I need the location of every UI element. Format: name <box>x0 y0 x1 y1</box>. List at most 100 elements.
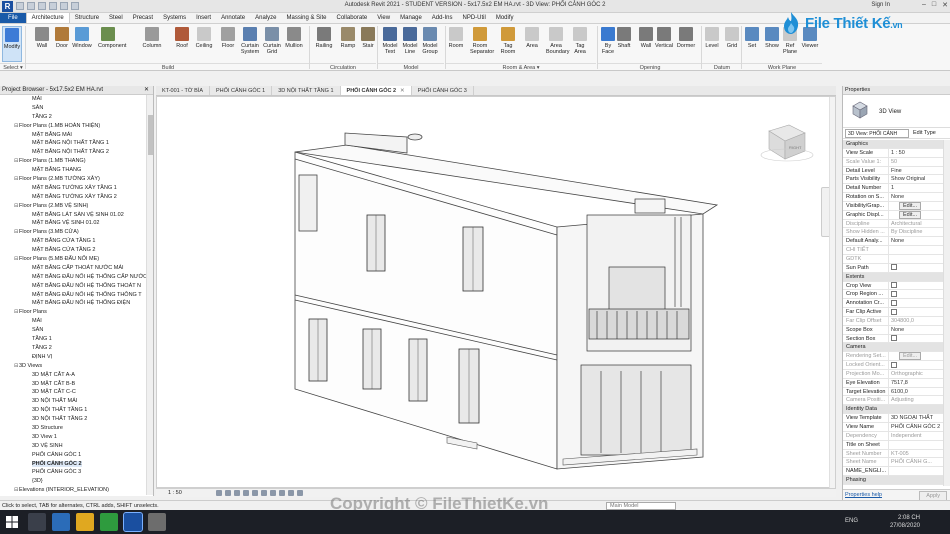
maximize-icon[interactable]: □ <box>932 1 936 9</box>
property-value[interactable]: 304800,0 <box>889 317 943 325</box>
property-value[interactable]: Adjusting <box>889 396 943 404</box>
tree-group[interactable]: ⊟Floor Plans (5.MB ĐẤU NỐI ME) <box>0 255 146 264</box>
tree-group[interactable]: ⊟3D Views <box>0 362 146 371</box>
canvas-scrollbar[interactable] <box>829 97 835 489</box>
property-checkbox[interactable] <box>891 264 897 271</box>
view-tab-phoi-canh-goc-2[interactable]: PHỐI CẢNH GÓC 2 ✕ <box>340 86 412 95</box>
property-value[interactable]: Edit... <box>889 210 943 219</box>
tool-tag-room-button[interactable]: Tag Room <box>498 26 518 62</box>
view-tab-phoi-canh-goc-3[interactable]: PHỐI CẢNH GÓC 3 <box>412 86 474 95</box>
close-icon[interactable]: ✕ <box>144 86 149 95</box>
tool-dormer-button[interactable]: Dormer <box>676 26 696 62</box>
property-category-extents[interactable]: Extents <box>843 272 943 282</box>
app-icon[interactable] <box>148 513 166 531</box>
tree-item[interactable]: 3D MẶT CẮT B-B <box>0 380 146 389</box>
tree-item[interactable]: MÁI <box>0 317 146 326</box>
tool-vertical-button[interactable]: Vertical <box>654 26 674 62</box>
tool-component-button[interactable]: Component <box>98 26 126 62</box>
property-value[interactable]: Edit... <box>889 352 943 361</box>
edit-button[interactable]: Edit... <box>899 201 922 210</box>
tool-model-group-button[interactable]: Model Group <box>420 26 440 62</box>
tree-item[interactable]: 3D MẶT CẮT A-A <box>0 371 146 380</box>
tree-item[interactable]: PHỐI CẢNH GÓC 2 <box>0 460 146 469</box>
property-value[interactable]: None <box>889 237 943 245</box>
tool-model-line-button[interactable]: Model Line <box>400 26 420 62</box>
close-tab-icon[interactable]: ✕ <box>400 88 405 94</box>
revit-taskbar-icon[interactable] <box>123 512 143 532</box>
properties-scrollbar[interactable] <box>943 140 950 486</box>
render-icon[interactable] <box>252 490 258 496</box>
tree-item[interactable]: MẶT BẰNG VỆ SINH 01.02 <box>0 219 146 228</box>
tool-railing-button[interactable]: Railing <box>314 26 334 62</box>
tool-door-button[interactable]: Door <box>52 26 72 62</box>
property-checkbox[interactable] <box>891 282 897 289</box>
property-category-camera[interactable]: Camera <box>843 343 943 353</box>
show-crop-icon[interactable] <box>270 490 276 496</box>
tree-item[interactable]: MẶT BẰNG CỬA TẦNG 1 <box>0 237 146 246</box>
tool-shaft-button[interactable]: Shaft <box>614 26 634 62</box>
lock-3d-icon[interactable] <box>279 490 285 496</box>
tree-item[interactable]: MẶT BẰNG ĐẤU NỐI HỆ THỐNG ĐIỆN <box>0 299 146 308</box>
tab-npd-util[interactable]: NPD-Util <box>457 13 490 23</box>
detail-level-icon[interactable] <box>216 490 222 496</box>
view-tab-phoi-canh-goc-1[interactable]: PHỐI CẢNH GÓC 1 <box>210 86 273 95</box>
tool-floor-button[interactable]: Floor <box>218 26 238 62</box>
property-value[interactable]: KT-005 <box>889 450 943 458</box>
project-browser-scrollbar[interactable] <box>146 95 153 495</box>
tree-item[interactable]: MẶT BẰNG ĐẤU NỐI HỆ THỐNG THÔNG T <box>0 291 146 300</box>
tab-insert[interactable]: Insert <box>191 13 216 23</box>
tree-item[interactable]: PHỐI CẢNH GÓC 3 <box>0 468 146 477</box>
property-value[interactable] <box>889 335 943 343</box>
tree-group[interactable]: ⊟Floor Plans (2.MB TƯỜNG XÂY) <box>0 175 146 184</box>
tree-item[interactable]: MÁI <box>0 95 146 104</box>
tree-item[interactable]: TẦNG 2 <box>0 344 146 353</box>
tree-item[interactable]: MẶT BẰNG CỬA TẦNG 2 <box>0 246 146 255</box>
tool-window-button[interactable]: Window <box>72 26 92 62</box>
property-value[interactable] <box>889 290 943 298</box>
property-value[interactable] <box>889 308 943 316</box>
tree-item[interactable]: MẶT BẰNG THANG <box>0 166 146 175</box>
property-value[interactable]: Fine <box>889 167 943 175</box>
tool-ceiling-button[interactable]: Ceiling <box>194 26 214 62</box>
type-selector[interactable]: 3D View <box>843 95 950 128</box>
tool-wall-button[interactable]: Wall <box>636 26 656 62</box>
active-model-selector[interactable]: Main Model <box>606 502 676 510</box>
tree-group[interactable]: ⊟Elevations (INTERIOR_ELEVATION) <box>0 486 146 495</box>
tool-roof-button[interactable]: Roof <box>172 26 192 62</box>
scroll-thumb[interactable] <box>148 115 153 155</box>
tool-curtain-grid-button[interactable]: Curtain Grid <box>262 26 282 62</box>
tree-item[interactable]: 3D VỆ SINH <box>0 442 146 451</box>
tab-architecture[interactable]: Architecture <box>25 13 70 23</box>
tool-tag-area-button[interactable]: Tag Area <box>570 26 590 62</box>
tool-ramp-button[interactable]: Ramp <box>338 26 358 62</box>
tool-area-boundary-button[interactable]: Area Boundary <box>546 26 570 62</box>
tab-massing-site[interactable]: Massing & Site <box>281 13 331 23</box>
property-category-graphics[interactable]: Graphics <box>843 140 943 149</box>
visual-style-icon[interactable] <box>225 490 231 496</box>
property-value[interactable]: PHỐI CẢNH G... <box>889 458 943 466</box>
tree-item[interactable]: 3D MẶT CẮT C-C <box>0 388 146 397</box>
shadows-icon[interactable] <box>243 490 249 496</box>
property-value[interactable]: None <box>889 326 943 334</box>
tree-item[interactable]: 3D NỘI THẤT TẦNG 2 <box>0 415 146 424</box>
reveal-hidden-icon[interactable] <box>297 490 303 496</box>
sign-in-link[interactable]: Sign In <box>871 2 890 8</box>
tree-item[interactable]: ĐỊNH VỊ <box>0 353 146 362</box>
tab-manage[interactable]: Manage <box>395 13 427 23</box>
property-value[interactable] <box>889 441 943 449</box>
tab-analyze[interactable]: Analyze <box>250 13 281 23</box>
property-value[interactable]: 1 : 50 <box>889 149 943 157</box>
tree-item[interactable]: MẶT BẰNG MÁI <box>0 131 146 140</box>
tree-item[interactable]: MẶT BẰNG TƯỜNG XÂY TẦNG 2 <box>0 193 146 202</box>
input-language[interactable]: ENG <box>845 518 858 524</box>
tab-view[interactable]: View <box>372 13 395 23</box>
tab-add-ins[interactable]: Add-Ins <box>427 13 458 23</box>
property-value[interactable]: PHỐI CẢNH GÓC 2 <box>889 423 943 431</box>
crop-view-icon[interactable] <box>261 490 267 496</box>
property-value[interactable] <box>889 467 943 475</box>
temp-hide-icon[interactable] <box>288 490 294 496</box>
tree-item[interactable]: TẦNG 2 <box>0 113 146 122</box>
sun-path-icon[interactable] <box>234 490 240 496</box>
property-category-phasing[interactable]: Phasing <box>843 476 943 485</box>
tree-item[interactable]: SÂN <box>0 326 146 335</box>
